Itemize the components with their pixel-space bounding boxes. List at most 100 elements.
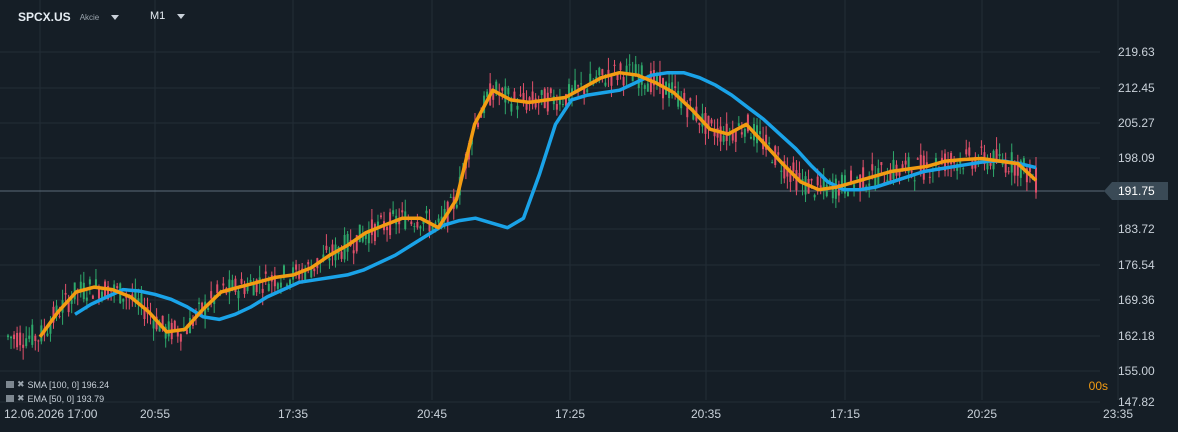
symbol-type: Akcie xyxy=(79,12,100,22)
candle-body xyxy=(434,222,437,224)
x-tick-label: 20:45 xyxy=(417,407,447,421)
candle-body xyxy=(586,89,589,93)
candle-body xyxy=(501,88,504,91)
candle-body xyxy=(877,168,880,187)
candle-body xyxy=(425,210,428,214)
x-tick-label: 17:25 xyxy=(555,407,585,421)
candle-body xyxy=(143,309,146,319)
candle-body xyxy=(710,119,713,124)
candle-body xyxy=(373,224,376,242)
candle-body xyxy=(22,344,25,348)
chevron-down-icon[interactable] xyxy=(111,14,120,20)
y-tick-label: 169.36 xyxy=(1118,293,1155,307)
x-tick-label: 17:15 xyxy=(830,407,860,421)
candle-body xyxy=(198,302,201,304)
candle-body xyxy=(237,290,240,299)
candle-body xyxy=(325,245,328,250)
y-tick-label: 205.27 xyxy=(1118,116,1155,130)
candle-body xyxy=(28,335,31,339)
candle-body xyxy=(619,63,622,71)
candle-body xyxy=(846,191,849,197)
candle-body xyxy=(413,226,416,228)
candle-body xyxy=(328,258,331,261)
candle-body xyxy=(370,219,373,236)
candle-body xyxy=(13,334,16,340)
y-tick-label: 155.00 xyxy=(1118,364,1155,378)
candle-body xyxy=(91,295,94,299)
candle-body xyxy=(352,250,355,254)
chevron-down-icon[interactable] xyxy=(177,13,186,19)
candle-body xyxy=(868,183,871,186)
candle-body xyxy=(216,284,219,293)
candle-body xyxy=(276,283,279,289)
candle-body xyxy=(871,164,874,171)
candle-body xyxy=(610,76,613,86)
price-chart[interactable]: 219.63 212.45 205.27 198.09 183.72 176.54 169.… xyxy=(0,0,1178,432)
candle-body xyxy=(152,320,155,329)
legend-ema[interactable]: ✖ EMA [50, 0] 193.79 xyxy=(6,393,104,404)
candle-body xyxy=(37,340,40,342)
candle-body xyxy=(404,211,407,230)
candle-body xyxy=(916,158,919,160)
candle-body xyxy=(34,335,37,342)
y-tick-label: 198.09 xyxy=(1118,151,1155,165)
legend-ema-label: EMA [50, 0] 193.79 xyxy=(27,393,105,404)
timeframe-selector[interactable]: M1 xyxy=(150,10,186,22)
price-tag-label: 191.75 xyxy=(1118,184,1155,198)
indicator-icon xyxy=(6,381,14,388)
legend-sma-label: SMA [100, 0] 196.24 xyxy=(27,379,110,390)
x-tick-label: 20:35 xyxy=(691,407,721,421)
candle-body xyxy=(267,283,270,291)
candle-body xyxy=(628,64,631,66)
close-icon[interactable]: ✖ xyxy=(17,393,25,404)
legend-sma[interactable]: ✖ SMA [100, 0] 196.24 xyxy=(6,379,109,390)
candle-body xyxy=(928,176,931,178)
candle-body xyxy=(856,177,859,179)
candle-body xyxy=(207,308,210,310)
candle-body xyxy=(307,262,310,265)
candle-body xyxy=(646,83,649,92)
candle-body xyxy=(913,180,916,182)
candle-body xyxy=(455,204,458,208)
candle-body xyxy=(965,149,968,155)
x-tick-label: 20:25 xyxy=(967,407,997,421)
candle-body xyxy=(813,194,816,198)
symbol-selector[interactable]: SPCX.US Akcie xyxy=(18,10,120,24)
candle-body xyxy=(392,210,395,214)
candle-body xyxy=(792,162,795,172)
candle-body xyxy=(310,268,313,278)
timeframe-label: M1 xyxy=(150,10,166,22)
candle-body xyxy=(555,103,558,110)
candle-body xyxy=(771,161,774,163)
candle-body xyxy=(601,69,604,75)
candle-body xyxy=(950,152,953,165)
candle-body xyxy=(910,170,913,173)
candle-body xyxy=(686,107,689,118)
candle-body xyxy=(401,210,404,213)
candle-body xyxy=(173,320,176,330)
candle-body xyxy=(674,86,677,89)
candle-body xyxy=(604,82,607,86)
candle-body xyxy=(222,283,225,286)
candle-body xyxy=(340,251,343,259)
candle-body xyxy=(743,128,746,137)
candle-body xyxy=(88,279,91,285)
candle-body xyxy=(598,67,601,76)
candle-body xyxy=(289,279,292,285)
candle-body xyxy=(561,103,564,105)
candle-body xyxy=(64,293,67,295)
candle-body xyxy=(282,265,285,276)
candle-body xyxy=(504,86,507,103)
candle-body xyxy=(116,286,119,289)
candle-body xyxy=(25,338,28,347)
y-tick-label: 176.54 xyxy=(1118,258,1155,272)
candle-body xyxy=(249,280,252,282)
candle-body xyxy=(449,196,452,198)
close-icon[interactable]: ✖ xyxy=(17,379,25,390)
candle-body xyxy=(962,168,965,170)
candle-body xyxy=(516,105,519,110)
candle-body xyxy=(252,283,255,296)
candle-body xyxy=(722,135,725,142)
candle-body xyxy=(546,92,549,112)
candle-body xyxy=(740,132,743,135)
